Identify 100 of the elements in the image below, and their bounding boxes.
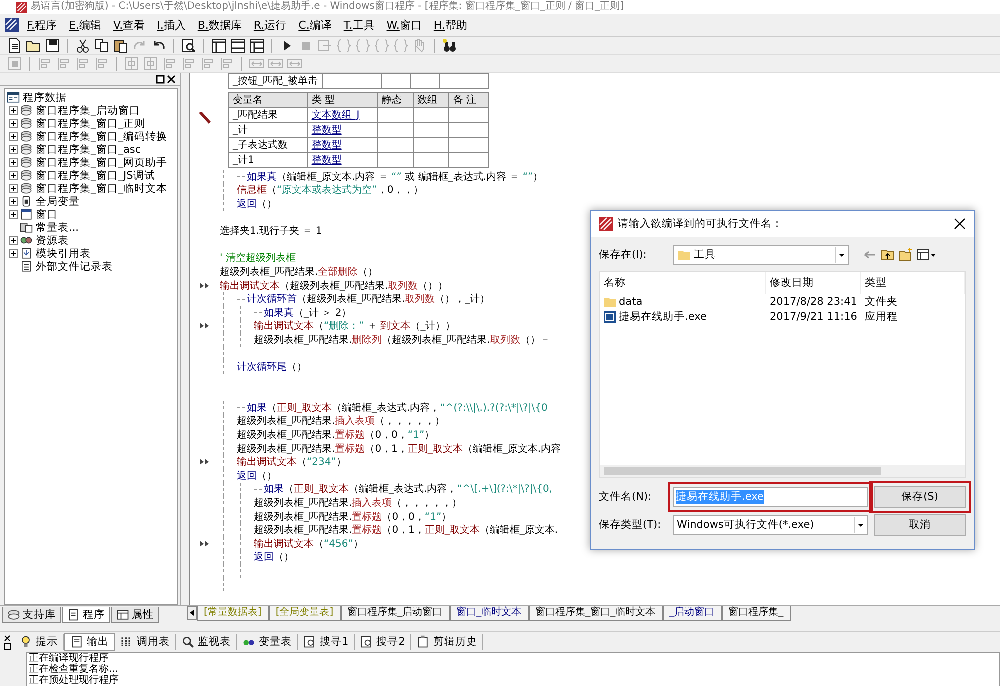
application-icon	[604, 310, 616, 322]
folder-dropdown[interactable]: 工具	[672, 245, 849, 265]
app-logo-icon[interactable]	[4, 17, 20, 33]
output-tab[interactable]: 调用表	[115, 634, 176, 650]
column-header[interactable]: 修改日期	[766, 272, 861, 294]
table-icon	[116, 608, 130, 622]
tree-item[interactable]: 窗口程序集_窗口_正则	[35, 116, 146, 130]
layout-icon[interactable]	[210, 38, 227, 54]
close-icon[interactable]	[4, 634, 10, 642]
module-stack-icon	[20, 104, 33, 117]
tree-item[interactable]: 外部文件记录表	[35, 260, 114, 274]
column-header[interactable]: 名称	[600, 272, 766, 294]
expand-icon[interactable]	[9, 171, 18, 180]
panel-tab[interactable]: 支持库	[2, 607, 61, 623]
file-name[interactable]: data	[619, 296, 643, 308]
cancel-button[interactable]: 取消	[874, 514, 966, 536]
variable-name: _计1	[228, 152, 308, 168]
expand-icon[interactable]	[9, 210, 18, 219]
folder-icon	[678, 249, 690, 261]
scroll-left-icon[interactable]	[187, 606, 197, 620]
copy-icon[interactable]	[93, 38, 110, 54]
document-tab[interactable]: 窗口程序集_	[722, 606, 791, 621]
expand-icon[interactable]	[9, 119, 18, 128]
tree-item[interactable]: 窗口	[35, 208, 59, 222]
output-tab[interactable]: 搜寻2	[354, 634, 412, 650]
module-stack-icon	[20, 156, 33, 169]
tree-item[interactable]: 窗口程序集_窗口_临时文本	[35, 182, 168, 196]
menu-item[interactable]: F.程序	[22, 16, 62, 34]
expand-icon[interactable]	[9, 132, 18, 141]
document-tab[interactable]: [常量数据表]	[197, 606, 269, 621]
code-line: 信息框（“原文本或表达式为空”，0，，）	[237, 184, 424, 198]
document-icon	[67, 608, 81, 622]
close-icon[interactable]	[954, 218, 966, 230]
tree-item[interactable]: 模块引用表	[35, 246, 92, 260]
output-tab[interactable]: 搜寻1	[298, 634, 355, 650]
document-tab[interactable]: [全局变量表]	[268, 606, 341, 621]
horizontal-scrollbar[interactable]	[600, 465, 965, 477]
code-line: 输出调试文本（超级列表框_匹配结果.取列数（））	[220, 280, 448, 293]
panel-tab[interactable]: 程序	[62, 607, 110, 623]
tree-item[interactable]: 窗口程序集_窗口_网页助手	[35, 156, 168, 170]
menu-item[interactable]: V.查看	[108, 16, 150, 34]
output-tab[interactable]: 变量表	[237, 634, 298, 650]
output-tab[interactable]: 监视表	[176, 634, 237, 650]
menu-item[interactable]: W.窗口	[382, 16, 427, 34]
expand-icon[interactable]	[9, 184, 18, 193]
module-stack-icon	[20, 169, 33, 182]
tree-item[interactable]: 窗口程序集_启动窗口	[35, 104, 142, 118]
save-icon[interactable]	[44, 38, 61, 54]
binoculars-icon[interactable]	[441, 38, 458, 54]
expand-icon[interactable]	[9, 236, 18, 245]
find-icon[interactable]	[180, 38, 197, 54]
paste-icon[interactable]	[112, 38, 129, 54]
tree-item[interactable]: 程序数据	[22, 90, 68, 104]
new-folder-icon[interactable]	[898, 248, 913, 262]
file-name[interactable]: 捷易在线助手.exe	[619, 310, 707, 324]
document-tab[interactable]: _启动窗口	[662, 606, 722, 621]
menu-item[interactable]: C.编译	[294, 16, 337, 34]
window-title: 易语言(加密狗版) - C:\Users\于然\Desktop\jlnshi\e\捷易助手.e - Windows窗口程序 - [程序集: 窗口程序集_窗口_正则 / 窗口_正则]	[31, 0, 624, 14]
panel-tab[interactable]: 属性	[111, 607, 159, 623]
code-line: 计次循环首（超级列表框_匹配结果.取列数（），_计）	[247, 292, 490, 306]
column-header[interactable]: 类型	[861, 272, 965, 294]
menu-item[interactable]: T.工具	[338, 16, 380, 34]
tree-item[interactable]: 资源表	[35, 234, 70, 248]
expand-icon[interactable]	[9, 106, 18, 115]
layout-icon[interactable]	[229, 38, 246, 54]
expand-icon[interactable]	[9, 197, 18, 206]
output-tab[interactable]: 剪辑历史	[411, 634, 484, 650]
expand-icon[interactable]	[9, 249, 18, 258]
app-logo-icon	[599, 217, 613, 231]
save-button[interactable]: 保存(S)	[874, 486, 966, 508]
menu-item[interactable]: E.编辑	[64, 16, 107, 34]
restore-icon[interactable]	[4, 642, 10, 650]
layout-icon[interactable]	[248, 38, 265, 54]
tree-item[interactable]: 全局变量	[35, 194, 81, 208]
code-line: 如果真（_计 ＞ 2）	[264, 306, 352, 320]
bulb-icon	[19, 635, 33, 649]
menu-item[interactable]: I.插入	[152, 16, 191, 34]
close-icon[interactable]	[167, 74, 176, 84]
output-tab[interactable]: 输出	[64, 633, 115, 651]
up-folder-icon[interactable]	[880, 248, 895, 262]
document-tab[interactable]: 窗口程序集_窗口_临时文本	[528, 606, 663, 621]
restore-icon[interactable]	[156, 74, 165, 84]
file-date: 2017/9/21 11:16	[769, 310, 858, 322]
expand-icon[interactable]	[9, 145, 18, 154]
code-line: 超级列表框_匹配结果.置标题（0，1，正则_取文本（编辑框_原文本.内容	[237, 442, 562, 456]
scissors-icon[interactable]	[74, 38, 91, 54]
expand-icon[interactable]	[9, 158, 18, 167]
tree-item[interactable]: 窗口程序集_窗口_编码转换	[35, 130, 168, 144]
program-data-icon	[7, 91, 20, 104]
tree-item[interactable]: 窗口程序集_窗口_JS调试	[35, 168, 156, 182]
module-stack-icon	[20, 143, 33, 156]
document-tab[interactable]: 窗口程序集_启动窗口	[340, 606, 450, 621]
tree-item[interactable]: 窗口程序集_窗口_asc	[35, 142, 142, 156]
view-menu-icon[interactable]	[916, 248, 937, 262]
menu-item[interactable]: B.数据库	[192, 16, 247, 34]
file-type-dropdown[interactable]: Windows可执行文件(*.exe)	[673, 515, 868, 535]
menu-item[interactable]: R.运行	[248, 16, 292, 34]
menu-item[interactable]: H.帮助	[428, 16, 472, 34]
tree-item[interactable]: 常量表...	[35, 220, 80, 234]
document-tab[interactable]: 窗口_临时文本	[450, 606, 529, 621]
